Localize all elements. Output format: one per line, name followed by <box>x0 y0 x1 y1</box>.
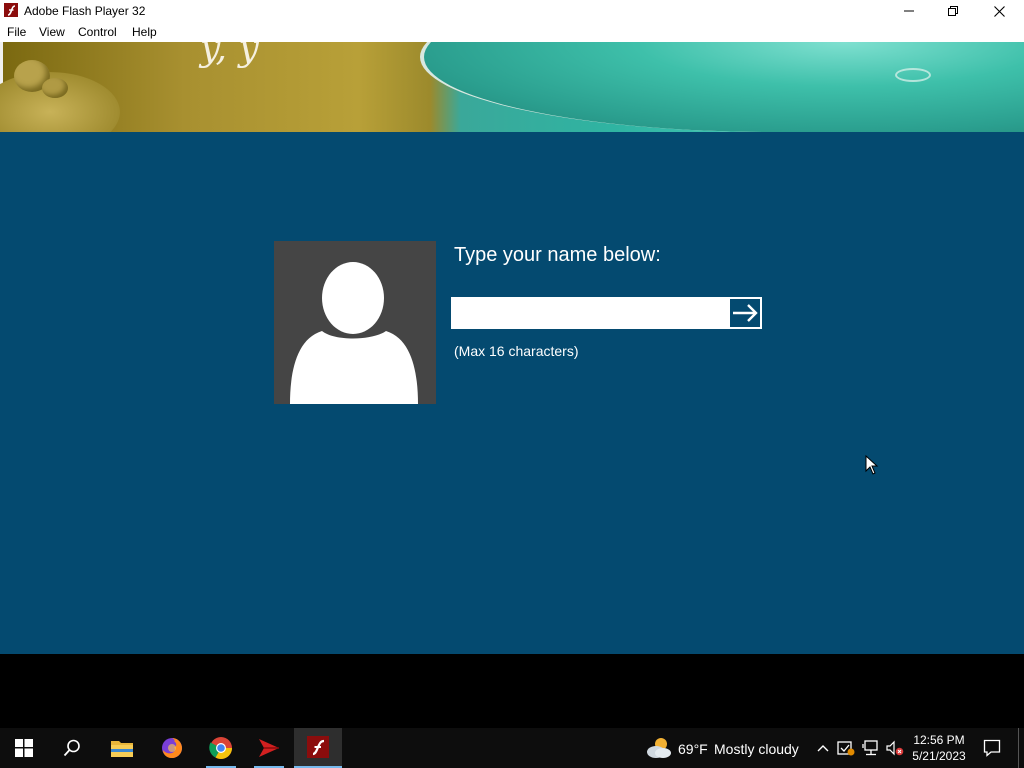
security-icon <box>837 741 855 756</box>
window-title: Adobe Flash Player 32 <box>24 4 146 18</box>
minimize-button[interactable] <box>886 0 932 22</box>
chevron-up-icon <box>817 745 829 752</box>
name-input[interactable] <box>451 297 728 329</box>
file-explorer-icon <box>111 741 133 757</box>
max-length-hint: (Max 16 characters) <box>454 343 579 359</box>
menu-help[interactable]: Help <box>132 25 157 39</box>
menu-file[interactable]: File <box>7 25 26 39</box>
taskbar-flash-player[interactable] <box>294 728 342 768</box>
notification-icon <box>983 739 1001 757</box>
minimize-icon <box>904 10 914 12</box>
chrome-icon <box>209 737 232 759</box>
close-button[interactable] <box>976 0 1022 22</box>
cloudy-weather-icon <box>647 738 671 758</box>
search-button[interactable] <box>48 728 96 768</box>
weather-condition: Mostly cloudy <box>714 741 799 757</box>
flash-stage: y, y Type your name below: (Max 16 chara… <box>0 42 1024 654</box>
volume-muted-icon <box>886 740 904 756</box>
weather-widget[interactable] <box>644 728 674 768</box>
header-banner: y, y <box>0 42 1024 132</box>
avatar-placeholder <box>274 241 436 404</box>
taskbar-red-app[interactable] <box>246 728 292 768</box>
water-decoration <box>420 42 1024 132</box>
network-icon <box>862 740 878 756</box>
taskbar: 69°F Mostly cloudy 12:56 PM 5/21/2023 <box>0 728 1024 768</box>
flash-player-icon <box>307 736 329 758</box>
banner-title: y, y <box>200 42 259 69</box>
tray-volume[interactable] <box>884 728 906 768</box>
tray-security[interactable] <box>836 728 856 768</box>
firefox-icon <box>162 738 182 758</box>
tray-network[interactable] <box>860 728 882 768</box>
clock-time: 12:56 PM <box>913 733 965 747</box>
user-silhouette-icon <box>290 262 418 404</box>
menu-control[interactable]: Control <box>78 25 117 39</box>
taskbar-file-explorer[interactable] <box>98 728 146 768</box>
flash-player-app-icon <box>4 3 18 17</box>
start-button[interactable] <box>0 728 48 768</box>
restore-button[interactable] <box>930 0 976 22</box>
taskbar-firefox[interactable] <box>148 728 196 768</box>
show-hidden-icons-button[interactable] <box>814 728 832 768</box>
red-app-icon <box>259 739 279 757</box>
weather-temperature: 69°F <box>678 741 708 757</box>
restore-icon <box>948 6 958 16</box>
clock-date: 5/21/2023 <box>912 749 966 763</box>
arrow-right-icon <box>733 304 758 322</box>
mouse-cursor-icon <box>865 454 879 480</box>
search-icon <box>63 739 80 757</box>
notification-center-button[interactable] <box>976 728 1008 768</box>
windows-start-icon <box>15 739 33 757</box>
menu-bar: File View Control Help <box>0 22 1024 42</box>
menu-view[interactable]: View <box>39 25 65 39</box>
close-icon <box>993 5 1005 17</box>
submit-name-button[interactable] <box>728 297 762 329</box>
rock-decoration <box>42 78 68 98</box>
title-bar: Adobe Flash Player 32 <box>0 0 1024 22</box>
taskbar-chrome[interactable] <box>198 728 244 768</box>
show-desktop-button[interactable] <box>1018 728 1024 768</box>
name-prompt-label: Type your name below: <box>454 244 661 266</box>
taskbar-clock[interactable]: 12:56 PM 5/21/2023 <box>906 732 972 764</box>
